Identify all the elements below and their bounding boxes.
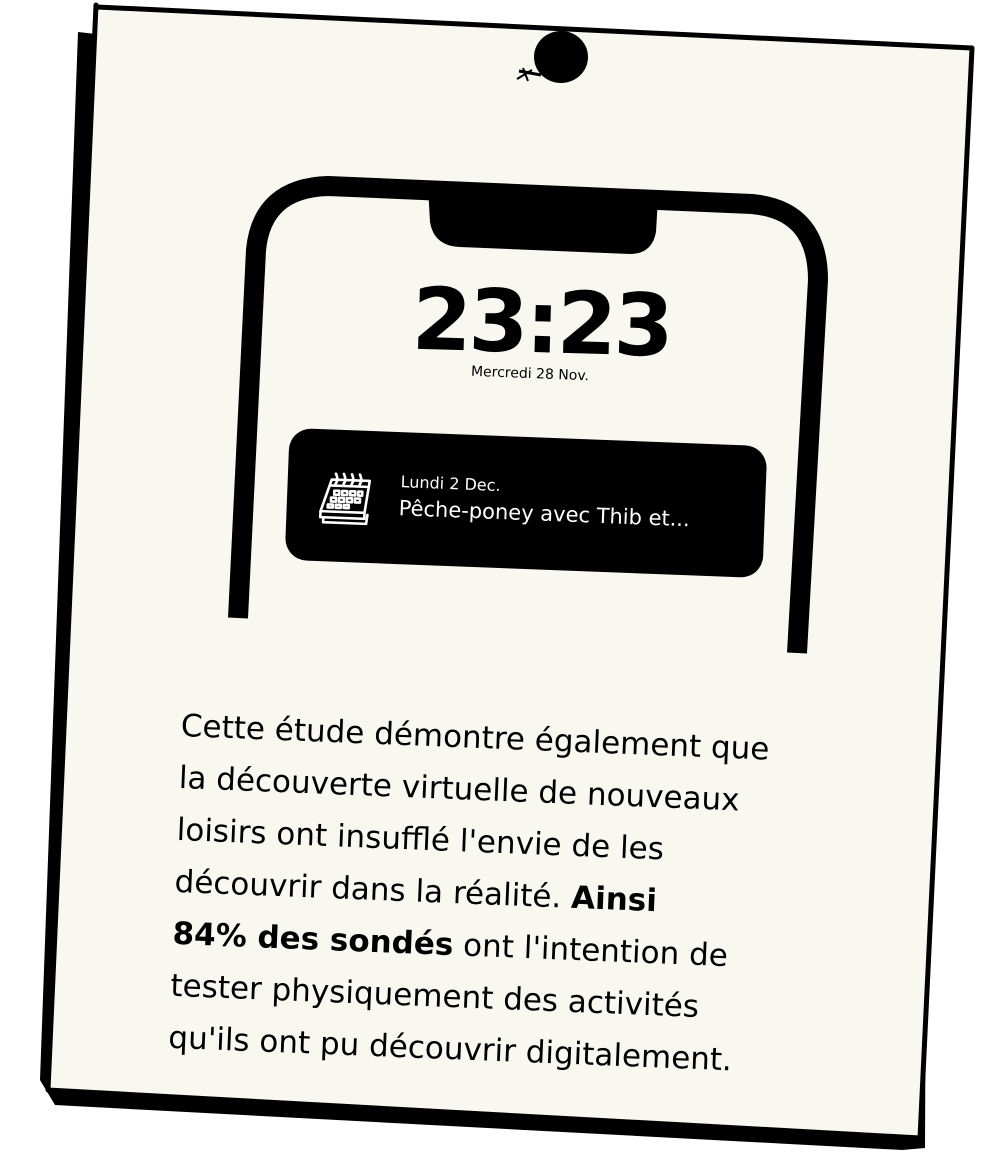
- notification-title: Pêche-poney avec Thib et...: [398, 496, 691, 532]
- paragraph-text: découvrir dans la réalité.: [173, 863, 572, 916]
- calendar-notification[interactable]: Lundi 2 Dec. Pêche-poney avec Thib et...: [284, 427, 768, 579]
- calendar-icon: [319, 472, 372, 526]
- paragraph-highlight: 84% des sondés: [171, 915, 455, 964]
- study-paragraph: Cette étude démontre également que la dé…: [167, 700, 841, 1090]
- pinned-note: 23:23 Mercredi 28 Nov. Lundi 2 Dec. Pêch…: [0, 0, 981, 1163]
- paragraph-highlight: Ainsi: [570, 879, 658, 920]
- lockscreen-time: 23:23: [410, 269, 673, 377]
- notification-date: Lundi 2 Dec.: [400, 472, 501, 496]
- paragraph-text: ont l'intention de: [452, 927, 729, 975]
